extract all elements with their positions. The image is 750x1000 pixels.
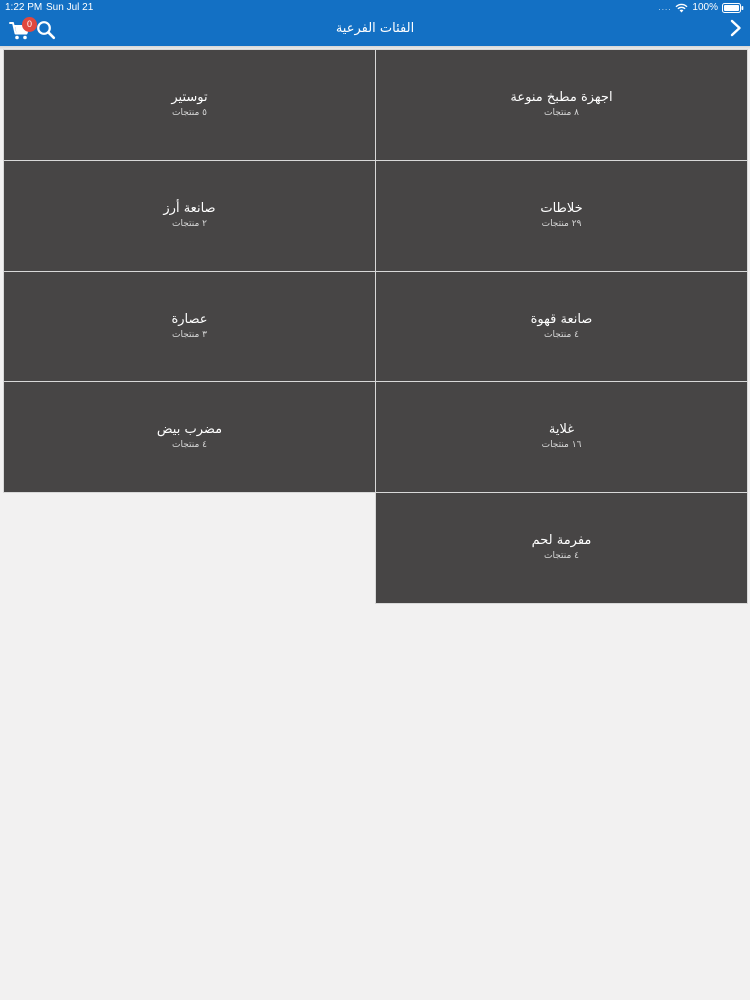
category-name: غلاية bbox=[548, 422, 575, 437]
battery-percent: 100% bbox=[692, 2, 718, 13]
category-count: ١٦ منتجات bbox=[541, 440, 582, 450]
category-name: مفرمة لحم bbox=[531, 533, 592, 548]
category-tile[interactable]: خلاطات ٢٩ منتجات bbox=[375, 160, 748, 272]
category-count: ٢٩ منتجات bbox=[541, 219, 582, 229]
battery-icon bbox=[722, 2, 744, 13]
app-screen: 1:22 PM Sun Jul 21 .... 100% 0 الفئات ال… bbox=[0, 0, 750, 1000]
category-name: عصارة bbox=[171, 312, 208, 327]
back-button[interactable] bbox=[726, 19, 746, 41]
category-tile[interactable]: اجهزة مطبخ منوعة ٨ منتجات bbox=[375, 49, 748, 161]
category-tile[interactable]: عصارة ٣ منتجات bbox=[3, 271, 376, 383]
status-date: Sun Jul 21 bbox=[46, 2, 94, 13]
category-tile[interactable]: صانعة قهوة ٤ منتجات bbox=[375, 271, 748, 383]
category-tile[interactable]: مضرب بيض ٤ منتجات bbox=[3, 381, 376, 493]
category-name: توستير bbox=[171, 90, 208, 105]
category-name: صانعة قهوة bbox=[530, 312, 593, 327]
category-count: ٨ منتجات bbox=[544, 108, 579, 118]
category-count: ٤ منتجات bbox=[544, 330, 579, 340]
category-tile[interactable]: غلاية ١٦ منتجات bbox=[375, 381, 748, 493]
signal-icon: .... bbox=[658, 3, 672, 12]
status-bar: 1:22 PM Sun Jul 21 .... 100% bbox=[0, 0, 750, 15]
category-count: ٤ منتجات bbox=[172, 440, 207, 450]
page-title: الفئات الفرعية bbox=[335, 21, 415, 36]
category-tile[interactable]: صانعة أرز ٢ منتجات bbox=[3, 160, 376, 272]
category-count: ٣ منتجات bbox=[172, 330, 207, 340]
status-right: .... 100% bbox=[659, 2, 744, 13]
category-tile[interactable]: توستير ٥ منتجات bbox=[3, 49, 376, 161]
category-count: ٢ منتجات bbox=[172, 219, 207, 229]
category-name: مضرب بيض bbox=[156, 422, 223, 437]
category-name: خلاطات bbox=[540, 201, 583, 216]
category-name: صانعة أرز bbox=[163, 201, 216, 216]
category-name: اجهزة مطبخ منوعة bbox=[510, 90, 613, 105]
chevron-right-icon bbox=[730, 19, 742, 41]
top-bar: 1:22 PM Sun Jul 21 .... 100% 0 الفئات ال… bbox=[0, 0, 750, 46]
nav-bar: 0 الفئات الفرعية bbox=[0, 15, 750, 46]
category-tile[interactable]: مفرمة لحم ٤ منتجات bbox=[375, 492, 748, 604]
category-count: ٤ منتجات bbox=[544, 551, 579, 561]
wifi-icon bbox=[675, 3, 688, 13]
category-count: ٥ منتجات bbox=[172, 108, 207, 118]
status-time: 1:22 PM bbox=[5, 2, 43, 13]
